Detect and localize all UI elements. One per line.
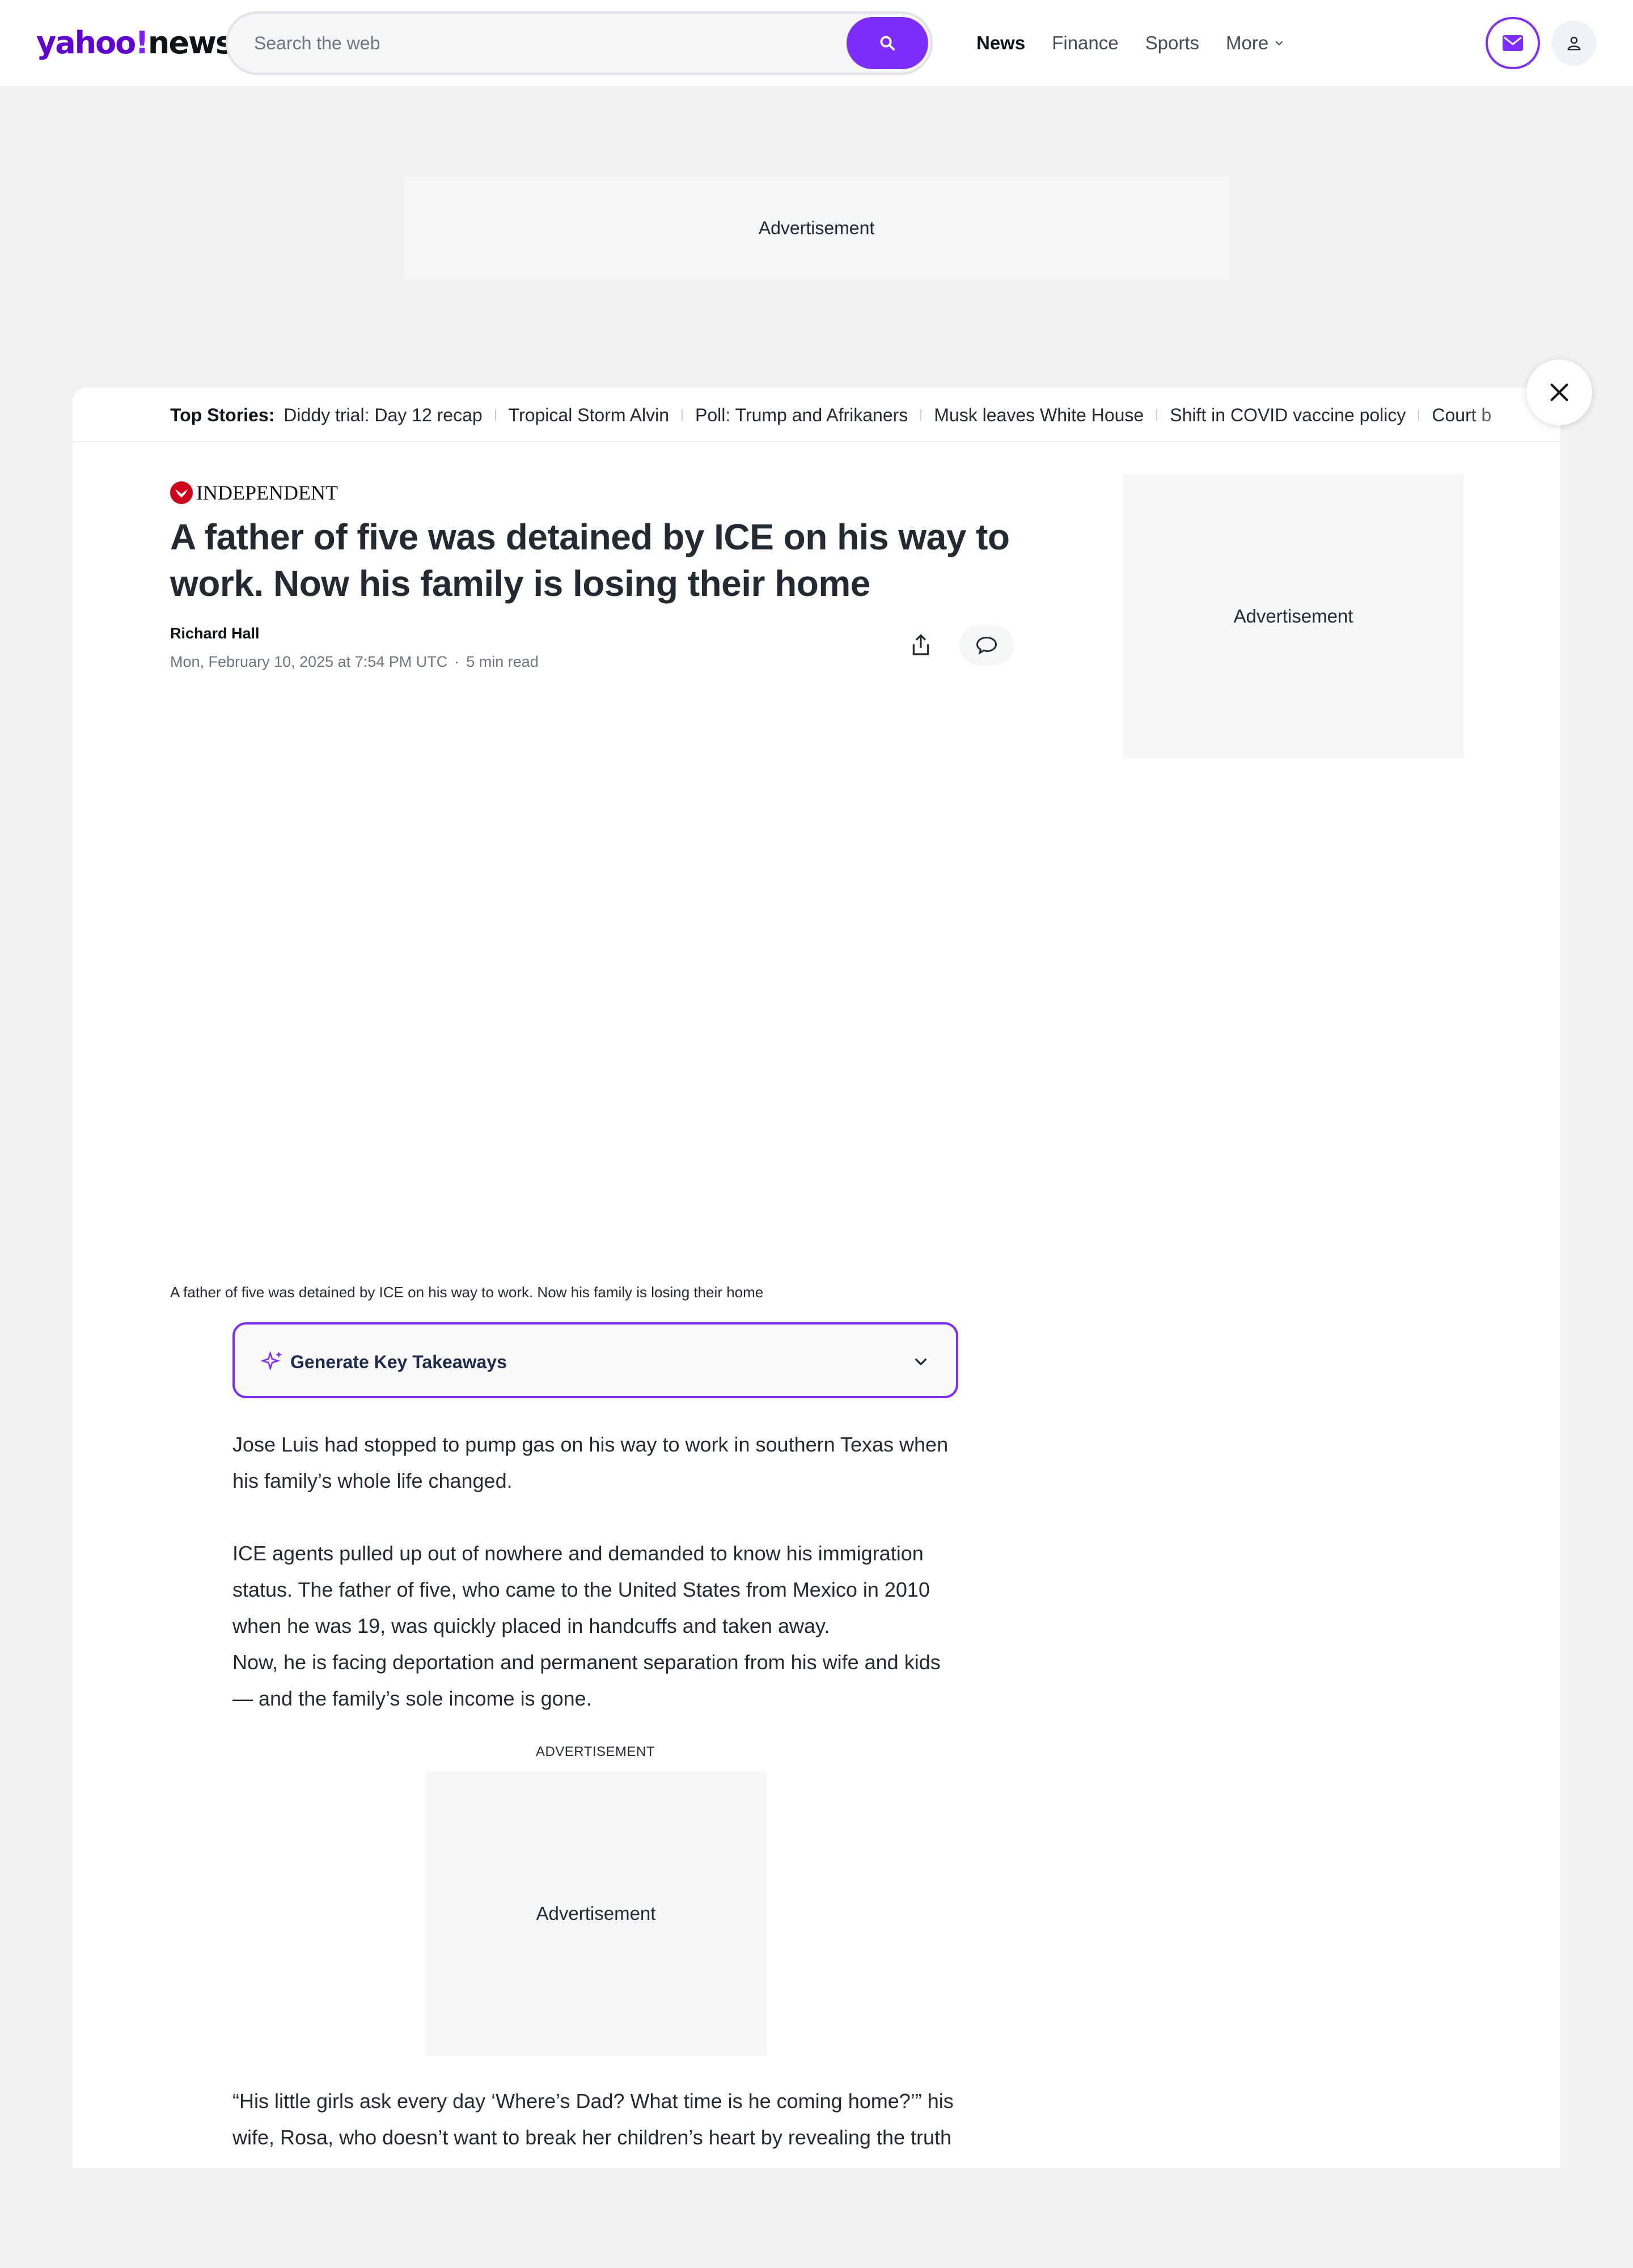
article-media[interactable]	[170, 705, 1095, 1091]
independent-eagle-icon	[170, 481, 193, 504]
close-icon	[1550, 383, 1568, 401]
profile-button[interactable]	[1551, 20, 1597, 66]
takeaways-label: Generate Key Takeaways	[290, 1352, 507, 1372]
article-date: Mon, February 10, 2025 at 7:54 PM UTC	[170, 653, 448, 670]
article-headline: A father of five was detained by ICE on …	[170, 517, 1010, 604]
search-button[interactable]	[847, 17, 928, 69]
search-bar	[226, 11, 933, 75]
main-nav: News Finance Sports More	[976, 29, 1285, 57]
stories-fade	[1469, 401, 1537, 429]
media-caption: A father of five was detained by ICE on …	[170, 1284, 764, 1301]
nav-more[interactable]: More	[1226, 29, 1285, 57]
comments-button[interactable]	[959, 625, 1014, 666]
generate-key-takeaways-button[interactable]: Generate Key Takeaways	[232, 1322, 958, 1398]
yahoo-news-logo[interactable]: yahoo!news	[36, 25, 234, 61]
top-advertisement[interactable]: Advertisement	[404, 177, 1229, 279]
nav-news[interactable]: News	[976, 29, 1025, 57]
search-input[interactable]	[254, 29, 821, 57]
dateline-separator: ·	[454, 653, 460, 670]
chevron-down-icon	[1275, 41, 1283, 46]
article-paragraph: Now, he is facing deportation and perman…	[232, 1651, 941, 1710]
logo-news-text: news	[147, 25, 234, 61]
inline-ad-label: ADVERTISEMENT	[535, 1744, 655, 1759]
story-divider	[920, 409, 922, 421]
share-button[interactable]	[900, 625, 941, 666]
mail-icon	[1503, 35, 1523, 51]
read-time: 5 min read	[466, 653, 539, 670]
sidebar-advertisement[interactable]: Advertisement	[1123, 474, 1464, 759]
top-header: yahoo!news News Finance Sports More	[0, 0, 1633, 86]
story-divider	[682, 409, 683, 421]
user-icon	[1567, 36, 1581, 50]
publisher-logo[interactable]: INDEPENDENT	[170, 481, 338, 505]
publisher-name: INDEPENDENT	[196, 481, 338, 504]
nav-more-label: More	[1226, 32, 1269, 53]
top-story-link[interactable]: Diddy trial: Day 12 recap	[284, 405, 482, 426]
top-stories-list: Top Stories: Diddy trial: Day 12 recap T…	[170, 401, 1537, 429]
logo-yahoo-text: yahoo	[36, 25, 136, 61]
share-icon	[912, 634, 929, 655]
article-paragraph: Jose Luis had stopped to pump gas on his…	[232, 1433, 949, 1492]
chevron-down-icon	[915, 1358, 927, 1366]
top-stories-label: Top Stories:	[170, 404, 275, 425]
close-button[interactable]	[1526, 359, 1592, 425]
logo-slash: !	[135, 25, 149, 61]
story-divider	[1156, 409, 1158, 421]
story-divider	[494, 409, 496, 421]
top-story-link[interactable]: Musk leaves White House	[934, 405, 1144, 426]
top-story-link[interactable]: Tropical Storm Alvin	[509, 405, 669, 426]
search-icon	[880, 36, 895, 51]
mail-button[interactable]	[1486, 17, 1540, 69]
article-dateline: Mon, February 10, 2025 at 7:54 PM UTC · 5 …	[170, 653, 539, 671]
top-story-link[interactable]: Poll: Trump and Afrikaners	[695, 405, 908, 426]
article-paragraph: “His little girls ask every day ‘Where’s…	[232, 2089, 954, 2149]
article-author[interactable]: Richard Hall	[170, 625, 260, 642]
article-card: Top Stories: Diddy trial: Day 12 recap T…	[73, 388, 1560, 2168]
top-stories-bar: Top Stories: Diddy trial: Day 12 recap T…	[73, 388, 1560, 442]
article-paragraph: ICE agents pulled up out of nowhere and …	[232, 1542, 930, 1637]
inline-advertisement[interactable]: Advertisement	[425, 1771, 767, 2056]
story-divider	[1418, 409, 1420, 421]
top-story-link[interactable]: Shift in COVID vaccine policy	[1170, 405, 1406, 426]
sparkle-icon	[261, 1351, 282, 1371]
nav-finance[interactable]: Finance	[1052, 29, 1118, 57]
comment-icon	[976, 636, 997, 655]
nav-sports[interactable]: Sports	[1145, 29, 1199, 57]
